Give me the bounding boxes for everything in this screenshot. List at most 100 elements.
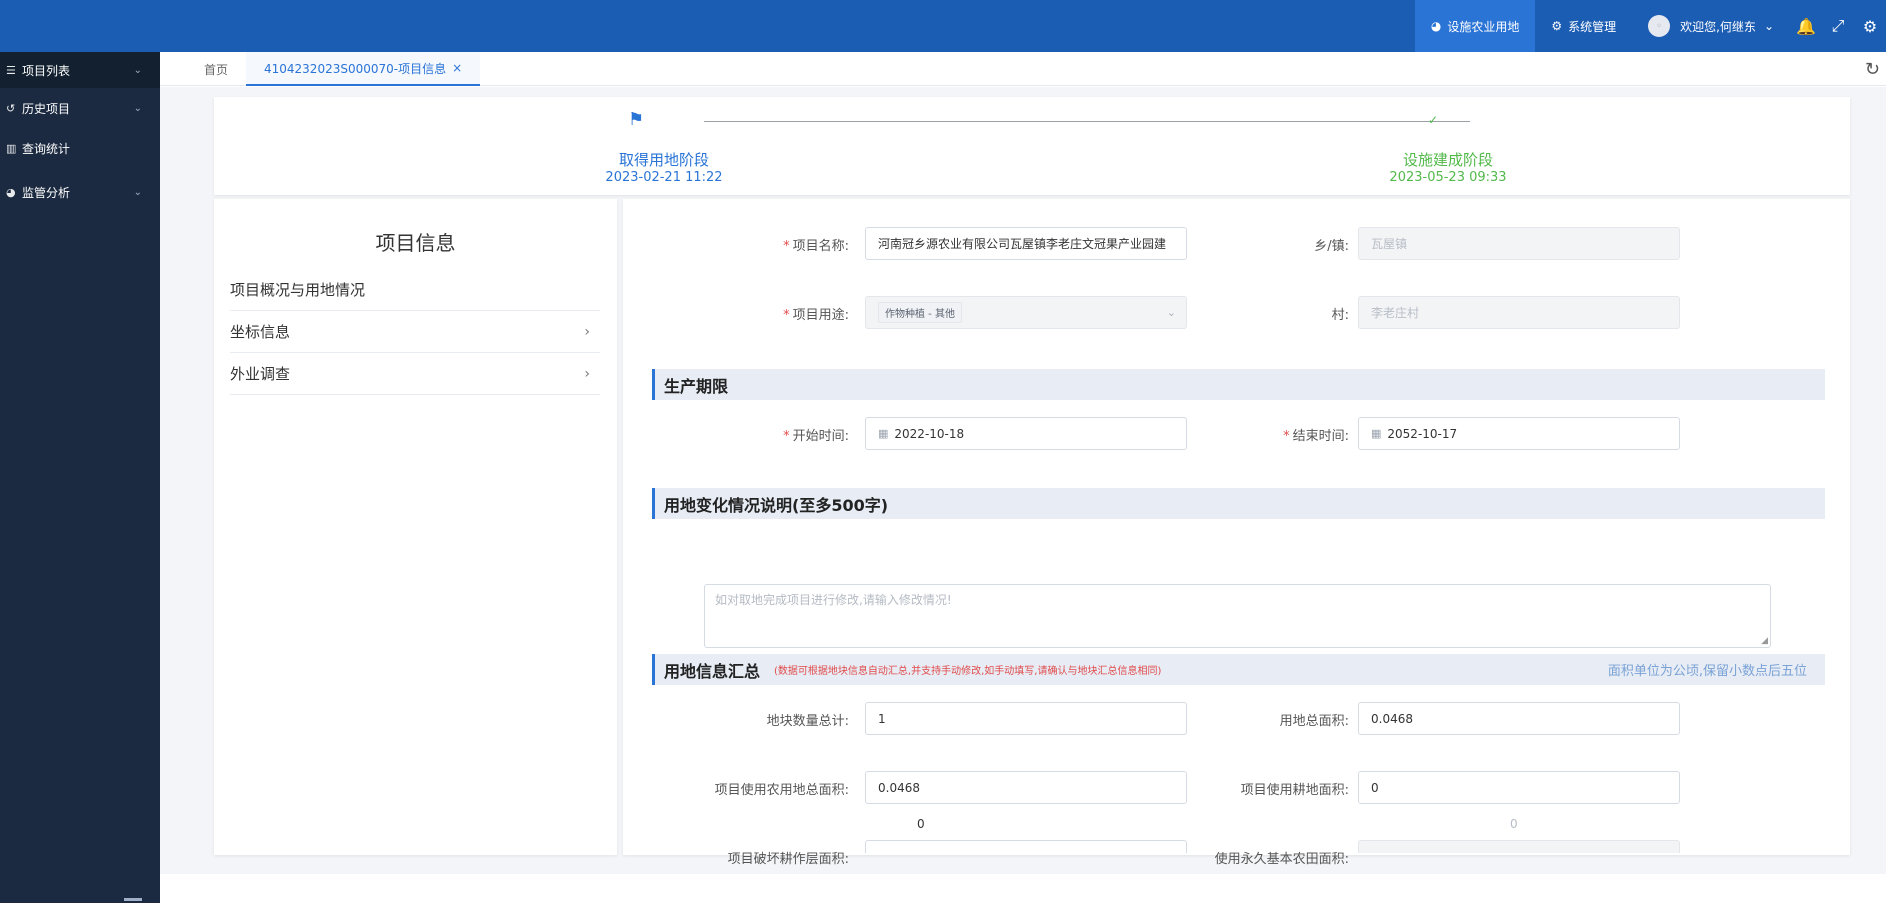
- end-date-picker[interactable]: ▦ 2052-10-17: [1358, 417, 1680, 450]
- plot-count-input[interactable]: 1: [865, 702, 1187, 735]
- textarea-placeholder: 如对取地完成项目进行修改,请输入修改情况!: [715, 593, 952, 607]
- project-info-menu: 项目信息 项目概况与用地情况 坐标信息 › 外业调查 ›: [214, 199, 617, 855]
- avatar: ◦: [1648, 15, 1671, 37]
- sidebar-collapse-handle[interactable]: [124, 898, 142, 901]
- damaged-area-label: 项目破坏耕作层面积:: [727, 852, 849, 867]
- chevron-down-icon: ⌄: [1763, 19, 1774, 33]
- agri-area-label: 项目使用农用地总面积:: [714, 783, 849, 798]
- summary-note: (数据可根据地块信息自动汇总,并支持手动修改,如手动填写,请确认与地块汇总信息相…: [774, 666, 1162, 677]
- sidebar-item-project-list[interactable]: ☰ 项目列表 ⌄: [0, 52, 160, 88]
- chevron-right-icon: ›: [584, 365, 590, 382]
- progress-steps: ⚑ ✓ 取得用地阶段 2023-02-21 11:22 设施建成阶段 2023-…: [214, 97, 1850, 195]
- sidebar-item-supervision-analysis[interactable]: ◕ 监管分析 ⌄: [0, 174, 160, 210]
- unit-note: 面积单位为公顷,保留小数点后五位: [1607, 664, 1807, 679]
- total-area-label: 用地总面积:: [1279, 714, 1349, 729]
- step-date: 2023-05-23 09:33: [1389, 170, 1507, 185]
- menu-item-label: 坐标信息: [230, 323, 291, 341]
- nav-facility-agri-land[interactable]: ◕ 设施农业用地: [1414, 0, 1536, 52]
- gears-icon: ⚙: [1551, 19, 1563, 33]
- township-input: 瓦屋镇: [1358, 227, 1680, 260]
- section-land-change: 用地变化情况说明(至多500字): [652, 488, 1825, 519]
- township-label: 乡/镇:: [1314, 239, 1349, 254]
- nav-label: 系统管理: [1568, 19, 1617, 34]
- refresh-icon[interactable]: ↻: [1865, 59, 1880, 80]
- end-date-value: 2052-10-17: [1387, 426, 1458, 441]
- agri-area-input[interactable]: 0.0468: [865, 771, 1187, 804]
- start-date-picker[interactable]: ▦ 2022-10-18: [865, 417, 1187, 450]
- chevron-right-icon: ›: [584, 323, 590, 340]
- required-mark: *: [783, 429, 790, 444]
- section-production-period: 生产期限: [652, 369, 1825, 400]
- panel-title: 项目信息: [375, 231, 456, 255]
- project-form: * 项目名称: 河南冠乡源农业有限公司瓦屋镇李老庄文冠果产业园建 乡/镇: 瓦屋镇…: [623, 199, 1850, 867]
- project-use-label: * 项目用途:: [783, 308, 849, 323]
- top-bar: ◕ 设施农业用地 ⚙ 系统管理 ◦ 欢迎您,何继东 ⌄ 🔔 ⤢ ⚙: [0, 0, 1886, 52]
- project-use-select[interactable]: 作物种植 - 其他 ⌄: [865, 296, 1187, 329]
- total-area-input[interactable]: 0.0468: [1358, 702, 1680, 735]
- tab-home[interactable]: 首页: [204, 52, 228, 86]
- menu-item-field-survey[interactable]: 外业调查 ›: [230, 353, 600, 395]
- required-mark: *: [783, 308, 790, 323]
- menu-item-overview[interactable]: 项目概况与用地情况: [230, 269, 600, 311]
- damaged-area-input[interactable]: [865, 840, 1187, 853]
- section-title: 生产期限: [664, 376, 729, 396]
- close-icon[interactable]: ×: [452, 61, 462, 75]
- user-menu[interactable]: ◦ 欢迎您,何继东 ⌄: [1632, 0, 1790, 52]
- end-time-label: * 结束时间:: [1283, 429, 1349, 444]
- tab-bar: 首页 4104232023S000070-项目信息 × ↻: [160, 52, 1886, 86]
- start-time-label: * 开始时间:: [783, 429, 849, 444]
- permanent-area-value: 0: [1510, 817, 1518, 831]
- bell-icon[interactable]: 🔔: [1790, 0, 1822, 52]
- resize-handle-icon[interactable]: ◢: [1761, 636, 1768, 646]
- pie-chart-icon: ◕: [1430, 19, 1442, 33]
- plot-count-label: 地块数量总计:: [766, 714, 849, 729]
- chevron-down-icon: ⌄: [1166, 306, 1176, 319]
- permanent-area-input: [1358, 840, 1680, 853]
- list-icon: ☰: [6, 63, 16, 77]
- pie-chart-icon: ◕: [6, 185, 16, 199]
- sidebar-item-query-stats[interactable]: ▥ 查询统计: [0, 130, 160, 166]
- section-title: 用地变化情况说明(至多500字): [664, 495, 889, 515]
- expand-icon[interactable]: ⤢: [1822, 0, 1854, 52]
- step-title: 设施建成阶段: [1402, 151, 1493, 169]
- damaged-area-value: 0: [917, 817, 925, 831]
- step-title: 取得用地阶段: [618, 151, 709, 169]
- nav-label: 设施农业用地: [1447, 19, 1520, 34]
- menu-item-label: 项目概况与用地情况: [230, 281, 366, 299]
- project-name-label: * 项目名称:: [783, 239, 849, 254]
- calendar-icon: ▦: [1371, 427, 1382, 440]
- step-date: 2023-02-21 11:22: [605, 170, 723, 185]
- main-content: ⚑ ✓ 取得用地阶段 2023-02-21 11:22 设施建成阶段 2023-…: [160, 87, 1886, 874]
- cultivated-area-input[interactable]: 0: [1358, 771, 1680, 804]
- start-date-value: 2022-10-18: [894, 426, 965, 441]
- calendar-icon: ▦: [878, 427, 889, 440]
- sidebar-item-label: 项目列表: [22, 63, 71, 78]
- selected-tag: 作物种植 - 其他: [878, 302, 962, 323]
- section-land-summary: 用地信息汇总 (数据可根据地块信息自动汇总,并支持手动修改,如手动填写,请确认与…: [652, 654, 1825, 685]
- change-description-textarea[interactable]: 如对取地完成项目进行修改,请输入修改情况! ◢: [704, 584, 1771, 648]
- user-greeting: 欢迎您,何继东: [1680, 19, 1756, 34]
- sidebar: ☰ 项目列表 ⌄ ↺ 历史项目 ⌄ ▥ 查询统计 ◕ 监管分析 ⌄: [0, 52, 160, 903]
- bar-chart-icon: ▥: [6, 141, 17, 155]
- project-name-input[interactable]: 河南冠乡源农业有限公司瓦屋镇李老庄文冠果产业园建: [865, 227, 1187, 260]
- tab-project-info[interactable]: 4104232023S000070-项目信息 ×: [246, 52, 481, 86]
- step-connector: [704, 121, 1470, 122]
- permanent-area-label: 使用永久基本农田面积:: [1214, 852, 1349, 867]
- sidebar-item-label: 监管分析: [22, 185, 71, 200]
- nav-system-management[interactable]: ⚙ 系统管理: [1535, 0, 1632, 52]
- village-label: 村:: [1331, 308, 1349, 323]
- sidebar-item-label: 历史项目: [22, 101, 71, 116]
- required-mark: *: [783, 239, 790, 254]
- menu-item-coordinates[interactable]: 坐标信息 ›: [230, 311, 600, 353]
- sidebar-item-label: 查询统计: [22, 141, 71, 156]
- sidebar-item-history-projects[interactable]: ↺ 历史项目 ⌄: [0, 90, 160, 126]
- chevron-down-icon: ⌄: [133, 186, 142, 198]
- check-icon: ✓: [1428, 113, 1439, 127]
- settings-icon[interactable]: ⚙: [1854, 0, 1886, 52]
- chevron-down-icon: ⌄: [133, 102, 142, 114]
- village-input: 李老庄村: [1358, 296, 1680, 329]
- cultivated-area-label: 项目使用耕地面积:: [1240, 783, 1349, 798]
- top-nav: ◕ 设施农业用地 ⚙ 系统管理 ◦ 欢迎您,何继东 ⌄ 🔔 ⤢ ⚙: [1414, 0, 1886, 52]
- required-mark: *: [1283, 429, 1290, 444]
- flag-icon: ⚑: [628, 109, 645, 130]
